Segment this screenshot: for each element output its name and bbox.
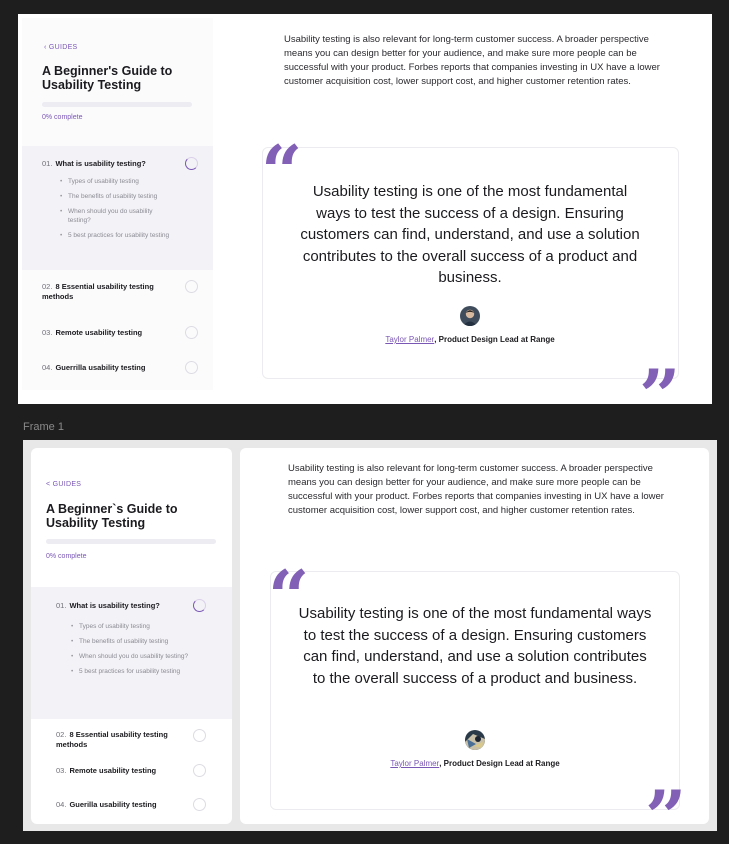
chapter-item-4[interactable]: 04. Guerrilla usability testing	[42, 363, 192, 373]
author-avatar	[465, 730, 485, 750]
original-design-frame: ‹ GUIDES A Beginner's Guide to Usability…	[18, 14, 712, 404]
author-role: , Product Design Lead at Range	[434, 335, 555, 344]
guides-back-link[interactable]: ‹ GUIDES	[44, 44, 78, 51]
chapter-number: 03.	[42, 328, 53, 337]
guide-title: A Beginner's Guide to Usability Testing	[42, 64, 173, 92]
chapter-item-3[interactable]: 03. Remote usability testing	[42, 328, 192, 338]
subitem-link[interactable]: When should you do usability testing?	[71, 652, 201, 661]
subitem-link[interactable]: Types of usability testing	[60, 177, 175, 186]
chapter-subitems: Types of usability testing The benefits …	[71, 622, 201, 682]
article-content: Usability testing is also relevant for l…	[240, 448, 709, 831]
guide-sidebar: ‹ GUIDES A Beginner's Guide to Usability…	[22, 18, 213, 390]
article-content: Usability testing is also relevant for l…	[234, 14, 712, 404]
chapter-label: Remote usability testing	[69, 766, 157, 775]
not-started-ring-icon	[193, 798, 206, 811]
chapter-label: 8 Essential usability testing methods	[42, 282, 154, 301]
frame-1: < GUIDES A Beginner`s Guide to Usability…	[23, 440, 717, 831]
guide-title: A Beginner`s Guide to Usability Testing	[46, 502, 178, 530]
subitem-link[interactable]: 5 best practices for usability testing	[60, 231, 175, 240]
subitem-link[interactable]: When should you do usability testing?	[60, 207, 175, 225]
subitem-link[interactable]: Types of usability testing	[71, 622, 201, 631]
intro-paragraph: Usability testing is also relevant for l…	[284, 34, 660, 87]
not-started-ring-icon	[185, 280, 198, 293]
chapter-item-2[interactable]: 02. 8 Essential usability testing methods	[56, 730, 191, 750]
avatar-image	[460, 306, 480, 326]
subitem-link[interactable]: The benefits of usability testing	[71, 637, 201, 646]
not-started-ring-icon	[185, 326, 198, 339]
chapter-label: Guerrilla usability testing	[55, 363, 146, 372]
in-progress-ring-icon	[185, 157, 198, 170]
progress-label: 0% complete	[42, 114, 83, 121]
author-link[interactable]: Taylor Palmer	[390, 759, 439, 768]
avatar-image	[465, 730, 485, 750]
chapter-subitems: Types of usability testing The benefits …	[60, 177, 175, 246]
chapter-item-3[interactable]: 03. Remote usability testing	[56, 766, 206, 776]
quote-text: Usability testing is one of the most fun…	[300, 183, 640, 286]
chapter-label: What is usability testing?	[55, 159, 146, 168]
subitem-link[interactable]: 5 best practices for usability testing	[71, 667, 201, 676]
intro-paragraph: Usability testing is also relevant for l…	[288, 463, 664, 516]
chapter-number: 02.	[42, 282, 53, 291]
close-quote-icon: ”	[645, 774, 687, 832]
chapter-number: 03.	[56, 766, 67, 775]
quote-byline: Taylor Palmer, Product Design Lead at Ra…	[294, 335, 646, 344]
chapter-number: 02.	[56, 730, 67, 739]
chapter-label: Remote usability testing	[55, 328, 143, 337]
progress-bar	[46, 539, 216, 544]
chapter-number: 04.	[42, 363, 53, 372]
chapter-item-2[interactable]: 02. 8 Essential usability testing methods	[42, 282, 177, 302]
chapter-label: Guerilla usability testing	[69, 800, 157, 809]
frame-label[interactable]: Frame 1	[23, 421, 64, 433]
chapter-number: 04.	[56, 800, 67, 809]
not-started-ring-icon	[193, 764, 206, 777]
chapter-label: 8 Essential usability testing methods	[56, 730, 168, 749]
author-avatar	[460, 306, 480, 326]
chapter-item-1[interactable]: 01. What is usability testing?	[56, 601, 206, 611]
not-started-ring-icon	[185, 361, 198, 374]
quote-byline: Taylor Palmer, Product Design Lead at Ra…	[298, 759, 652, 768]
author-link[interactable]: Taylor Palmer	[385, 335, 434, 344]
in-progress-ring-icon	[193, 599, 206, 612]
progress-bar	[42, 102, 192, 107]
progress-label: 0% complete	[46, 553, 87, 560]
close-quote-icon: ”	[639, 353, 681, 405]
subitem-link[interactable]: The benefits of usability testing	[60, 192, 175, 201]
guides-back-link[interactable]: < GUIDES	[46, 481, 81, 488]
chapter-number: 01.	[42, 159, 53, 168]
guide-sidebar: < GUIDES A Beginner`s Guide to Usability…	[31, 448, 232, 824]
chapter-item-1[interactable]: 01. What is usability testing?	[42, 159, 192, 169]
quote-text: Usability testing is one of the most fun…	[298, 605, 652, 687]
chapter-number: 01.	[56, 601, 67, 610]
not-started-ring-icon	[193, 729, 206, 742]
chapter-item-4[interactable]: 04. Guerilla usability testing	[56, 800, 206, 810]
chapter-label: What is usability testing?	[69, 601, 160, 610]
author-role: , Product Design Lead at Range	[439, 759, 560, 768]
